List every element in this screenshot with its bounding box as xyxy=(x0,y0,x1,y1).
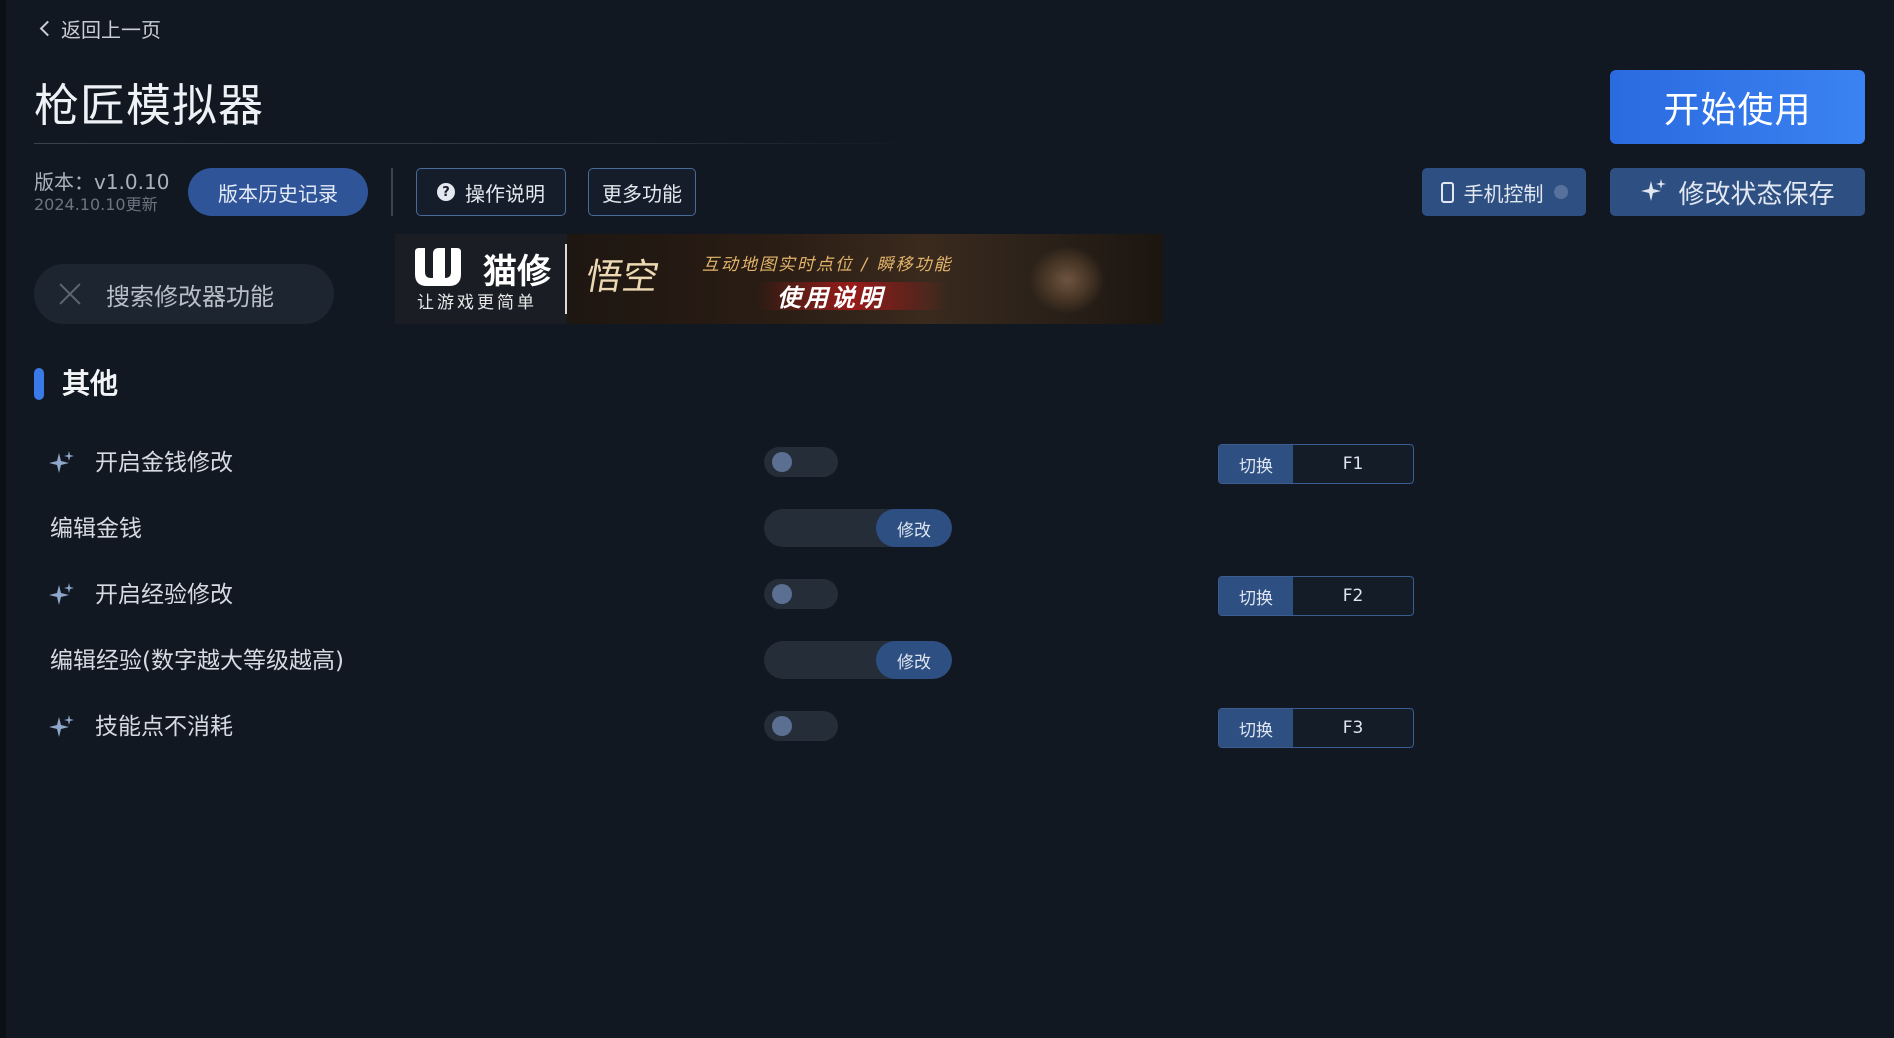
sparkle-icon xyxy=(49,583,74,605)
search-input[interactable]: 搜索修改器功能 xyxy=(34,264,334,324)
phone-icon xyxy=(1440,181,1454,203)
help-icon: ? xyxy=(437,183,455,201)
more-features-button[interactable]: 更多功能 xyxy=(588,168,696,216)
banner-logo-area: 猫修 让游戏更简单 xyxy=(395,234,567,324)
hotkey-key[interactable]: F3 xyxy=(1293,709,1413,747)
page-title: 枪匠模拟器 xyxy=(34,79,265,132)
close-icon[interactable] xyxy=(56,280,84,308)
row-label: 开启金钱修改 xyxy=(95,450,233,476)
section-accent-bar xyxy=(34,368,44,400)
hotkey-switch-button[interactable]: 切换 xyxy=(1219,577,1293,615)
toggle-knob xyxy=(772,584,792,604)
back-label: 返回上一页 xyxy=(61,17,161,42)
hotkey-money[interactable]: 切换 F1 xyxy=(1218,444,1414,484)
logo-icon xyxy=(415,248,461,286)
row-label: 技能点不消耗 xyxy=(95,714,233,740)
money-toggle[interactable] xyxy=(764,447,838,477)
exp-toggle[interactable] xyxy=(764,579,838,609)
hotkey-skill-points[interactable]: 切换 F3 xyxy=(1218,708,1414,748)
search-placeholder: 搜索修改器功能 xyxy=(106,282,274,311)
hotkey-exp[interactable]: 切换 F2 xyxy=(1218,576,1414,616)
start-button[interactable]: 开始使用 xyxy=(1610,70,1865,144)
modify-button[interactable]: 修改 xyxy=(876,641,952,679)
row-label: 编辑金钱 xyxy=(50,516,142,542)
guide-button[interactable]: ? 操作说明 xyxy=(416,168,566,216)
row-label: 编辑经验(数字越大等级越高) xyxy=(50,648,344,674)
save-state-button[interactable]: 修改状态保存 xyxy=(1610,168,1865,216)
sparkle-icon xyxy=(49,451,74,473)
promo-banner[interactable]: 猫修 让游戏更简单 悟空 互动地图实时点位 / 瞬移功能 使用说明 xyxy=(395,234,1163,324)
title-divider xyxy=(34,143,914,144)
banner-calligraphy: 悟空 xyxy=(582,257,663,298)
hotkey-switch-button[interactable]: 切换 xyxy=(1219,445,1293,483)
hotkey-switch-button[interactable]: 切换 xyxy=(1219,709,1293,747)
exp-edit-field[interactable]: 修改 xyxy=(764,641,952,679)
banner-main-text: 使用说明 xyxy=(777,284,885,312)
back-link[interactable]: 返回上一页 xyxy=(39,14,161,42)
toggle-knob xyxy=(772,716,792,736)
row-label: 开启经验修改 xyxy=(95,582,233,608)
version-date: 2024.10.10更新 xyxy=(34,195,158,214)
modify-button[interactable]: 修改 xyxy=(876,509,952,547)
back-chevron-icon xyxy=(39,20,56,37)
banner-brand: 猫修 xyxy=(483,252,551,292)
skill-points-toggle[interactable] xyxy=(764,711,838,741)
money-edit-field[interactable]: 修改 xyxy=(764,509,952,547)
toggle-knob xyxy=(772,452,792,472)
version-label: 版本：v1.0.10 xyxy=(34,170,170,194)
sparkle-icon xyxy=(49,715,74,737)
guide-button-label: 操作说明 xyxy=(465,181,545,206)
banner-artwork: 悟空 互动地图实时点位 / 瞬移功能 使用说明 xyxy=(567,234,1163,324)
phone-control-button[interactable]: 手机控制 xyxy=(1422,168,1586,216)
banner-slogan: 让游戏更简单 xyxy=(417,293,537,313)
sparkle-icon xyxy=(1641,179,1667,201)
hotkey-key[interactable]: F1 xyxy=(1293,445,1413,483)
toolbar-divider xyxy=(391,168,393,216)
hotkey-key[interactable]: F2 xyxy=(1293,577,1413,615)
banner-subtitle: 互动地图实时点位 / 瞬移功能 xyxy=(702,255,953,275)
banner-character-image xyxy=(1007,234,1163,324)
section-title: 其他 xyxy=(62,367,119,400)
version-history-button[interactable]: 版本历史记录 xyxy=(188,168,368,216)
window-edge xyxy=(0,0,6,1038)
info-dot-icon xyxy=(1553,185,1568,199)
phone-control-label: 手机控制 xyxy=(1463,181,1544,206)
save-state-label: 修改状态保存 xyxy=(1678,179,1835,210)
